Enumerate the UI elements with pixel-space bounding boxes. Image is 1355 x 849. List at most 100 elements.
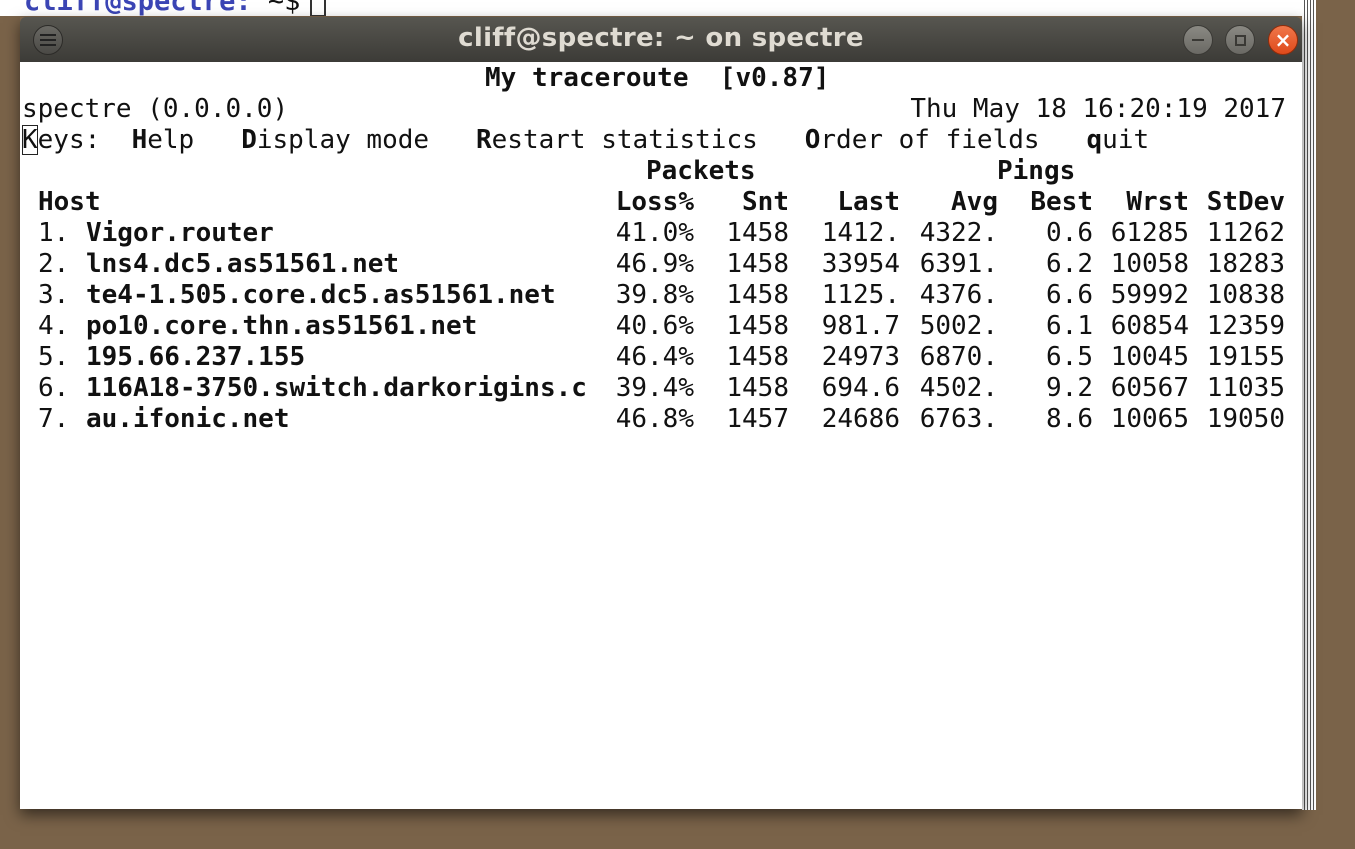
table-row: 3. te4-1.505.core.dc5.as51561.net 39.8% …: [20, 280, 1302, 311]
hop-best: 6.1: [1046, 311, 1093, 341]
help-label: elp: [147, 125, 195, 155]
hop-avg: 4502.: [919, 373, 998, 403]
quit-label: uit: [1102, 125, 1150, 155]
stdev-column-header: StDev: [1206, 187, 1285, 217]
hop-snt: 1457: [726, 404, 789, 434]
table-row: 7. au.ifonic.net 46.8% 1457 24686 6763. …: [20, 404, 1302, 435]
hop-best: 0.6: [1046, 218, 1093, 248]
minimize-button[interactable]: [1183, 25, 1213, 55]
order-fields-label: rder of fields: [820, 125, 1040, 155]
hop-number: 3.: [38, 280, 70, 310]
background-window-edge: [1302, 0, 1316, 810]
hop-loss: 41.0%: [615, 218, 694, 248]
hop-number: 6.: [38, 373, 70, 403]
mtr-heading: My traceroute [v0.87]: [485, 63, 830, 93]
loss-column-header: Loss%: [615, 187, 694, 217]
hop-avg: 6391.: [919, 249, 998, 279]
hop-best: 6.5: [1046, 342, 1093, 372]
hop-snt: 1458: [726, 218, 789, 248]
close-button[interactable]: ×: [1268, 25, 1298, 55]
keys-bar: Keys: Help Display mode Restart statisti…: [22, 125, 1149, 156]
hop-last: 33954: [821, 249, 900, 279]
restart-key[interactable]: R: [476, 125, 492, 155]
hop-snt: 1458: [726, 373, 789, 403]
background-cursor: [310, 0, 327, 16]
table-row: 5. 195.66.237.155 46.4% 1458 24973 6870.…: [20, 342, 1302, 373]
hop-last: 1125.: [821, 280, 900, 310]
hop-host: 116A18-3750.switch.darkorigins.c: [86, 373, 587, 403]
background-prompt: cliff@spectre: ~$: [24, 0, 327, 16]
avg-column-header: Avg: [951, 187, 998, 217]
wrst-column-header: Wrst: [1126, 187, 1189, 217]
hop-last: 24686: [821, 404, 900, 434]
last-column-header: Last: [837, 187, 900, 217]
hop-best: 8.6: [1046, 404, 1093, 434]
hop-number: 7.: [38, 404, 70, 434]
hop-stdev: 11262: [1206, 218, 1285, 248]
table-row: 4. po10.core.thn.as51561.net 40.6% 1458 …: [20, 311, 1302, 342]
quit-key[interactable]: q: [1087, 125, 1103, 155]
keys-label-key: K: [22, 125, 38, 155]
hop-number: 1.: [38, 218, 70, 248]
background-prompt-path: ~$: [251, 0, 301, 16]
restart-label: estart statistics: [491, 125, 758, 155]
background-terminal: cliff@spectre: ~$: [0, 0, 1316, 16]
close-icon: ×: [1274, 28, 1292, 52]
hop-stdev: 19155: [1206, 342, 1285, 372]
table-row: 6. 116A18-3750.switch.darkorigins.c 39.4…: [20, 373, 1302, 404]
hop-snt: 1458: [726, 280, 789, 310]
display-mode-key[interactable]: D: [241, 125, 257, 155]
minimize-icon: [1192, 39, 1204, 41]
hop-loss: 46.9%: [615, 249, 694, 279]
help-key[interactable]: H: [132, 125, 148, 155]
hop-best: 6.6: [1046, 280, 1093, 310]
hop-loss: 40.6%: [615, 311, 694, 341]
group-header-row: Packets Pings: [20, 156, 1302, 187]
hop-avg: 4376.: [919, 280, 998, 310]
hop-stdev: 19050: [1206, 404, 1285, 434]
column-header-row: Host Loss% Snt Last Avg Best Wrst StDev: [20, 187, 1302, 218]
hop-snt: 1458: [726, 311, 789, 341]
hop-snt: 1458: [726, 342, 789, 372]
terminal-window: cliff@spectre: ~ on spectre × My tracero…: [20, 17, 1302, 809]
hop-avg: 4322.: [919, 218, 998, 248]
hop-host: po10.core.thn.as51561.net: [86, 311, 478, 341]
best-column-header: Best: [1030, 187, 1093, 217]
hop-host: 195.66.237.155: [86, 342, 306, 372]
hop-stdev: 10838: [1206, 280, 1285, 310]
snt-column-header: Snt: [742, 187, 789, 217]
hop-snt: 1458: [726, 249, 789, 279]
hop-last: 24973: [821, 342, 900, 372]
terminal-content[interactable]: My traceroute [v0.87] spectre (0.0.0.0) …: [20, 62, 1302, 809]
hop-avg: 6870.: [919, 342, 998, 372]
table-row: 1. Vigor.router 41.0% 1458 1412. 4322. 0…: [20, 218, 1302, 249]
hop-host: te4-1.505.core.dc5.as51561.net: [86, 280, 556, 310]
maximize-icon: [1234, 34, 1246, 46]
display-mode-label: isplay mode: [256, 125, 430, 155]
order-fields-key[interactable]: O: [805, 125, 821, 155]
title-bar[interactable]: cliff@spectre: ~ on spectre ×: [20, 17, 1302, 62]
hop-wrst: 10058: [1110, 249, 1189, 279]
hop-stdev: 11035: [1206, 373, 1285, 403]
hop-best: 9.2: [1046, 373, 1093, 403]
hop-host: lns4.dc5.as51561.net: [86, 249, 400, 279]
hop-wrst: 60567: [1110, 373, 1189, 403]
hop-last: 694.6: [821, 373, 900, 403]
pings-group-header: Pings: [997, 156, 1076, 186]
hop-number: 4.: [38, 311, 70, 341]
hop-loss: 39.8%: [615, 280, 694, 310]
table-row: 2. lns4.dc5.as51561.net 46.9% 1458 33954…: [20, 249, 1302, 280]
keys-label-rest: eys:: [37, 125, 101, 155]
maximize-button[interactable]: [1225, 25, 1255, 55]
host-info: spectre (0.0.0.0): [22, 94, 289, 124]
hop-stdev: 18283: [1206, 249, 1285, 279]
hop-host: au.ifonic.net: [86, 404, 290, 434]
timestamp: Thu May 18 16:20:19 2017: [910, 94, 1286, 124]
hop-number: 5.: [38, 342, 70, 372]
packets-group-header: Packets: [646, 156, 756, 186]
hop-loss: 46.4%: [615, 342, 694, 372]
hop-wrst: 60854: [1110, 311, 1189, 341]
hop-host: Vigor.router: [86, 218, 274, 248]
hop-stdev: 12359: [1206, 311, 1285, 341]
hop-avg: 5002.: [919, 311, 998, 341]
